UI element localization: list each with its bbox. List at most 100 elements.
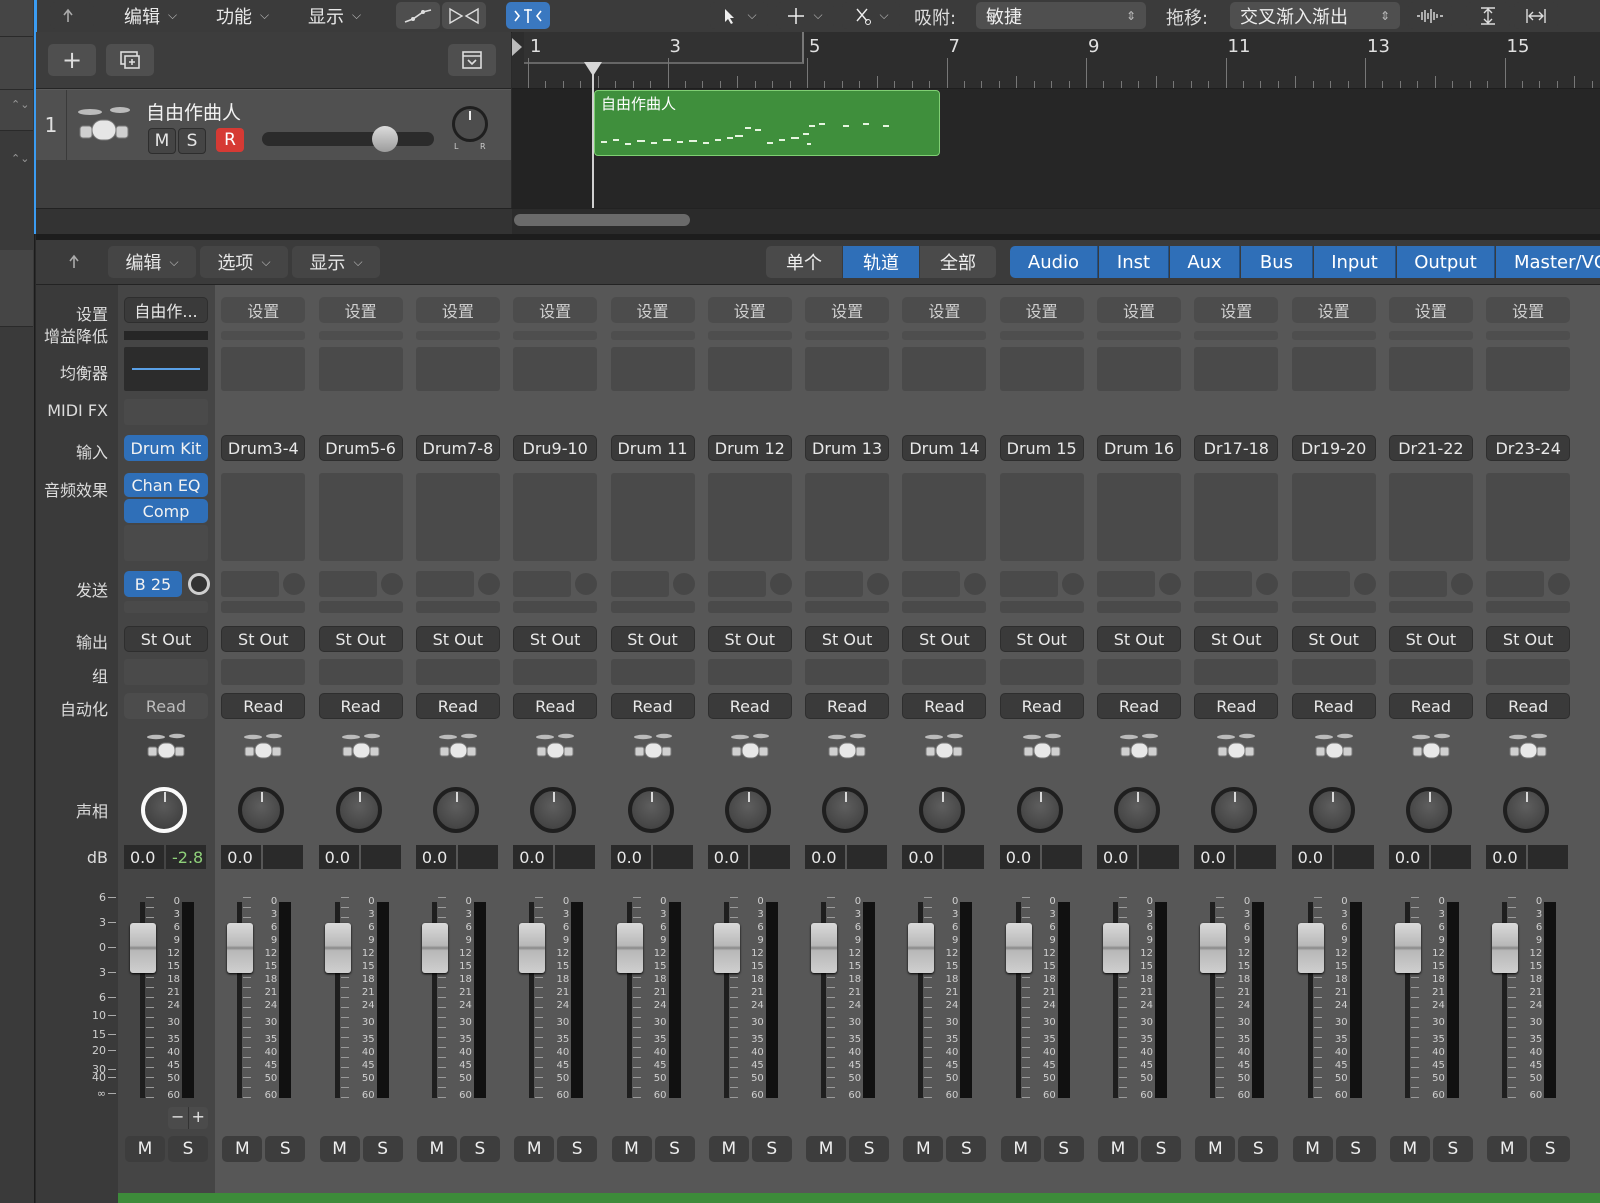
channel-input-button[interactable]: Dru9-10 [513, 435, 598, 461]
channel-input-button[interactable]: Drum 15 [999, 435, 1084, 461]
channel-output-button[interactable]: St Out [124, 626, 208, 652]
scroll-thumb[interactable] [514, 214, 690, 226]
send-level-knob[interactable] [575, 573, 598, 595]
volume-db-readout[interactable]: 0.0 [318, 845, 359, 869]
channel-setting-button[interactable]: 设置 [1388, 297, 1473, 323]
automation-mode-button[interactable]: Read [221, 693, 306, 719]
peak-level-readout[interactable] [1236, 845, 1277, 869]
scroll-arrows-icon[interactable]: ⌃⌄ [11, 152, 29, 165]
volume-db-readout[interactable]: 0.0 [1388, 845, 1429, 869]
group-slot[interactable] [610, 659, 695, 685]
channel-mute-button[interactable]: M [903, 1136, 944, 1162]
eq-thumbnail[interactable] [1486, 347, 1571, 391]
menu-edit[interactable]: 编辑 ⌵ [124, 2, 177, 29]
view-single-button[interactable]: 单个 [766, 246, 842, 278]
channel-setting-button[interactable]: 设置 [610, 297, 695, 323]
playhead-line[interactable] [592, 62, 594, 208]
automation-mode-button[interactable]: Read [999, 693, 1084, 719]
volume-fader-handle[interactable] [1297, 923, 1324, 973]
channel-strip[interactable]: 设置 Dr21-22 St Out Read 0.0 0 3 6 9 12 15 18 21 24 30 35… [1383, 285, 1480, 1203]
peak-level-readout[interactable] [1139, 845, 1179, 869]
automation-mode-button[interactable]: Read [124, 693, 208, 719]
pan-knob[interactable] [1114, 787, 1160, 833]
pan-knob[interactable] [1211, 787, 1258, 833]
channel-solo-button[interactable]: S [265, 1136, 306, 1162]
track-mute-button[interactable]: M [148, 128, 176, 154]
group-slot[interactable] [513, 659, 598, 685]
audio-fx-empty-slot[interactable] [707, 473, 792, 561]
audio-fx-empty-slot[interactable] [415, 473, 500, 561]
channel-strip[interactable]: 设置 Dr23-24 St Out Read 0.0 0 3 6 9 12 15 18 21 24 30 35… [1480, 285, 1577, 1203]
channel-mute-button[interactable]: M [1000, 1136, 1041, 1162]
send-empty-slot[interactable] [513, 571, 572, 597]
channel-strip[interactable]: 设置 Drum 12 St Out Read 0.0 0 3 6 9 12 15 18 21 24 30 35… [702, 285, 799, 1203]
send-empty-slot[interactable] [318, 601, 403, 613]
send-empty-slot[interactable] [610, 571, 669, 597]
audio-fx-empty-slot[interactable] [999, 473, 1084, 561]
peak-level-readout[interactable] [652, 845, 693, 869]
automation-mode-button[interactable]: Read [610, 693, 695, 719]
channel-mute-button[interactable]: M [416, 1136, 457, 1162]
volume-db-readout[interactable]: 0.0 [1486, 845, 1527, 869]
duplicate-track-button[interactable] [106, 44, 154, 76]
automation-mode-button[interactable]: Read [1486, 693, 1571, 719]
volume-db-readout[interactable]: 0.0 [707, 845, 748, 869]
eq-thumbnail[interactable] [707, 347, 792, 391]
volume-db-readout[interactable]: 0.0 [805, 845, 846, 869]
pointer-tool-button[interactable]: ⌵ [710, 2, 768, 29]
channel-strip[interactable]: 设置 Dr19-20 St Out Read 0.0 0 3 6 9 12 15 18 21 24 30 35… [1286, 285, 1383, 1203]
send-level-knob[interactable] [1061, 573, 1084, 595]
pan-knob[interactable] [1503, 787, 1550, 833]
pan-knob[interactable] [919, 787, 966, 833]
group-slot[interactable] [707, 659, 792, 685]
send-level-knob[interactable] [477, 573, 500, 595]
volume-db-readout[interactable]: 0.0 [513, 845, 554, 869]
add-track-button[interactable]: + [48, 44, 96, 76]
audio-fx-empty-slot[interactable] [1388, 473, 1473, 561]
midi-fx-slot[interactable] [124, 399, 208, 425]
volume-db-readout[interactable]: 0.0 [124, 845, 164, 869]
group-slot[interactable] [124, 659, 208, 685]
audio-fx-empty-slot[interactable] [610, 473, 695, 561]
view-tracks-button[interactable]: 轨道 [843, 246, 919, 278]
channel-output-button[interactable]: St Out [513, 626, 598, 652]
track-volume-slider[interactable] [262, 132, 434, 146]
flex-button[interactable] [442, 2, 486, 29]
send-level-knob[interactable] [867, 573, 890, 595]
automation-mode-button[interactable]: Read [1291, 693, 1376, 719]
audio-fx-empty-slot[interactable] [1097, 473, 1181, 561]
eq-thumbnail[interactable] [1097, 347, 1181, 391]
channel-mute-button[interactable]: M [806, 1136, 847, 1162]
send-empty-slot[interactable] [124, 601, 208, 613]
send-level-knob[interactable] [1450, 573, 1473, 595]
volume-db-readout[interactable]: 0.0 [1194, 845, 1235, 869]
send-empty-slot[interactable] [805, 601, 890, 613]
track-volume-handle[interactable] [372, 126, 398, 152]
mixer-menu-edit[interactable]: 编辑 ⌵ [108, 246, 196, 278]
eq-thumbnail[interactable] [999, 347, 1084, 391]
channel-solo-button[interactable]: S [946, 1136, 987, 1162]
send-level-knob[interactable] [1159, 573, 1181, 595]
automation-mode-button[interactable]: Read [902, 693, 987, 719]
automation-mode-button[interactable]: Read [318, 693, 403, 719]
channel-strip[interactable]: 设置 Drum7-8 St Out Read 0.0 0 3 6 9 12 15 18 21 24 30 35… [410, 285, 507, 1203]
channel-input-button[interactable]: Drum 14 [902, 435, 987, 461]
channel-mute-button[interactable]: M [1292, 1136, 1333, 1162]
peak-level-readout[interactable] [1333, 845, 1374, 869]
send-empty-slot[interactable] [707, 601, 792, 613]
channel-output-button[interactable]: St Out [318, 626, 403, 652]
scroll-arrows-icon[interactable]: ⌃⌄ [11, 98, 29, 111]
horizontal-zoom-button[interactable] [1514, 2, 1558, 29]
channel-output-button[interactable]: St Out [415, 626, 500, 652]
channel-solo-button[interactable]: S [654, 1136, 695, 1162]
volume-db-readout[interactable]: 0.0 [1097, 845, 1137, 869]
send-empty-slot[interactable] [805, 571, 864, 597]
automation-mode-button[interactable]: Read [707, 693, 792, 719]
channel-output-button[interactable]: St Out [999, 626, 1084, 652]
eq-thumbnail[interactable] [1388, 347, 1473, 391]
channel-solo-button[interactable]: S [1530, 1136, 1571, 1162]
channel-mute-button[interactable]: M [125, 1136, 165, 1162]
channel-setting-button[interactable]: 设置 [415, 297, 500, 323]
mixer-back-button[interactable] [56, 248, 100, 276]
send-empty-slot[interactable] [221, 571, 280, 597]
